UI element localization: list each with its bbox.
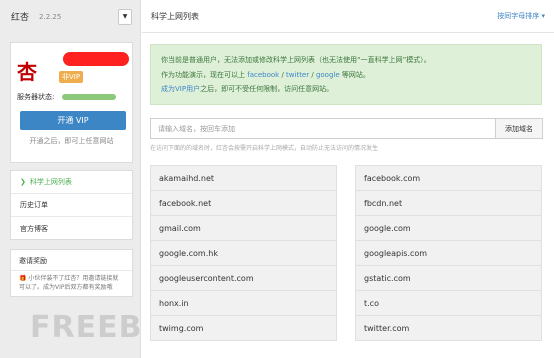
redacted-username — [63, 52, 129, 66]
server-status-row: 服务器状态: — [11, 91, 132, 103]
domain-list-right: facebook.com fbcdn.net google.com google… — [355, 165, 542, 341]
domain-hint: 在访问下面的的域名时，红杏会按需开启科学上网模式，自动防止无法访问的情况发生 — [150, 145, 379, 152]
sidebar-item-order-history[interactable]: 历史订单 — [11, 194, 132, 217]
sidebar-item-official-blog[interactable]: 官方博客 — [11, 217, 132, 240]
domain-item: akamaihd.net — [150, 165, 337, 191]
vip-status-badge: 非VIP — [59, 71, 84, 83]
user-row: 杏 非VIP — [11, 43, 132, 91]
server-status-bar — [62, 94, 117, 100]
become-vip-link[interactable]: 成为VIP用户 — [161, 85, 200, 93]
invite-title: 邀请奖励 — [11, 250, 132, 271]
facebook-link[interactable]: facebook — [247, 71, 279, 79]
alert-line-2: 作为功能演示，现在可以上 facebook / twitter / google… — [161, 70, 370, 79]
vip-tip: 开通之后，即可上任意网站 — [29, 137, 114, 145]
alert-line-1: 你当前是普通用户，无法添加或修改科学上网列表（也无法使用“一直科学上网”模式）。 — [161, 56, 431, 64]
domain-input[interactable] — [150, 118, 495, 139]
sidebar-nav: ❯ 科学上网列表 历史订单 官方博客 — [10, 170, 133, 240]
server-status-label: 服务器状态: — [17, 93, 55, 101]
domain-item: facebook.com — [355, 165, 542, 191]
add-domain-row: 添加域名 — [150, 118, 543, 139]
sidebar: 红杏 2.2.25 ▼ 杏 非VIP 服务器状态: 开通 VIP 开通之后，即可… — [0, 0, 141, 358]
avatar: 杏 — [17, 59, 37, 84]
domain-item: googleusercontent.com — [150, 265, 337, 291]
caret-down-icon: ▼ — [122, 13, 128, 20]
domain-item: t.co — [355, 290, 542, 316]
invite-text: 🎁 小伙伴装不了红杏？用邀请链接就可以了。成为VIP后双方都有奖励哦 — [19, 275, 119, 291]
domain-item: fbcdn.net — [355, 190, 542, 216]
sort-link[interactable]: 按同字母排序 ▾ — [497, 11, 545, 21]
chevron-right-icon: ❯ — [20, 178, 26, 186]
google-link[interactable]: google — [316, 71, 340, 79]
app-version: 2.2.25 — [39, 12, 62, 21]
page-title: 科学上网列表 — [151, 11, 199, 21]
app-name: 红杏 — [11, 13, 30, 23]
domain-list-left: akamaihd.net facebook.net gmail.com goog… — [150, 165, 337, 341]
app-menu-dropdown-button[interactable]: ▼ — [118, 8, 132, 25]
alert-line-3: 成为VIP用户之后，即可不受任何限制，访问任意网站。 — [161, 85, 334, 93]
domain-item: facebook.net — [150, 190, 337, 216]
add-domain-button[interactable]: 添加域名 — [495, 118, 543, 139]
sidebar-item-label: 科学上网列表 — [29, 178, 72, 186]
open-vip-button[interactable]: 开通 VIP — [20, 111, 126, 130]
domain-item: honx.in — [150, 290, 337, 316]
sidebar-item-label: 历史订单 — [20, 201, 48, 209]
main-header: 科学上网列表 按同字母排序 ▾ — [142, 0, 554, 33]
domain-item: googleapis.com — [355, 240, 542, 266]
main-panel: 科学上网列表 按同字母排序 ▾ 你当前是普通用户，无法添加或修改科学上网列表（也… — [142, 0, 554, 358]
domain-item: google.com.hk — [150, 240, 337, 266]
twitter-link[interactable]: twitter — [286, 71, 309, 79]
notice-alert: 你当前是普通用户，无法添加或修改科学上网列表（也无法使用“一直科学上网”模式）。… — [150, 44, 542, 105]
sidebar-item-proxy-list[interactable]: ❯ 科学上网列表 — [11, 171, 132, 194]
user-card: 杏 非VIP 服务器状态: 开通 VIP 开通之后，即可上任意网站 — [10, 42, 133, 163]
gift-icon: 🎁 — [19, 275, 27, 282]
domain-item: twitter.com — [355, 315, 542, 341]
domain-item: google.com — [355, 215, 542, 241]
domain-item: gmail.com — [150, 215, 337, 241]
domain-item: twimg.com — [150, 315, 337, 341]
sidebar-header: 红杏 2.2.25 ▼ — [0, 0, 140, 33]
domain-item: gstatic.com — [355, 265, 542, 291]
invite-card: 邀请奖励 🎁 小伙伴装不了红杏？用邀请链接就可以了。成为VIP后双方都有奖励哦 — [10, 249, 133, 297]
sidebar-item-label: 官方博客 — [20, 224, 48, 233]
